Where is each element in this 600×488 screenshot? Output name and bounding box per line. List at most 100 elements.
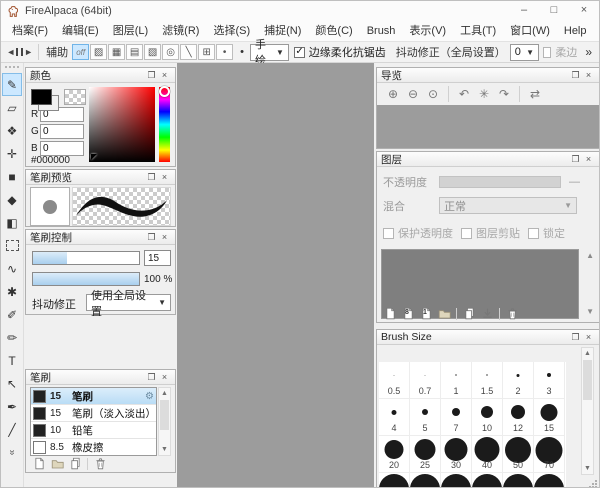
text-tool[interactable]: T xyxy=(2,349,22,372)
resize-grip[interactable] xyxy=(589,480,597,488)
close-panel-icon[interactable]: × xyxy=(158,371,171,384)
brush-list-item[interactable]: 15笔刷（淡入淡出） xyxy=(31,405,156,422)
brush-size-cell[interactable]: 40 xyxy=(472,436,503,473)
assist-curve-button[interactable]: ╲ xyxy=(180,44,197,60)
toolbar-overflow-button[interactable]: » xyxy=(585,45,599,59)
float-panel-icon[interactable]: ❐ xyxy=(569,69,582,82)
canvas-area[interactable] xyxy=(177,63,374,488)
rotate-right-button[interactable]: ↷ xyxy=(494,85,514,103)
flip-horizontal-button[interactable]: ⇄ xyxy=(525,85,545,103)
brush-size-cell[interactable] xyxy=(441,473,472,488)
assist-perspective-button[interactable]: ⊞ xyxy=(198,44,215,60)
brush-size-cell[interactable] xyxy=(472,473,503,488)
menu-item-0[interactable]: 档案(F) xyxy=(5,21,55,41)
clipping-checkbox[interactable] xyxy=(461,228,472,239)
brush-size-cell[interactable]: 10 xyxy=(472,399,503,436)
float-panel-icon[interactable]: ❐ xyxy=(145,171,158,184)
float-panel-icon[interactable]: ❐ xyxy=(145,231,158,244)
duplicate-brush-button[interactable] xyxy=(66,456,84,471)
prev-button[interactable]: ◄ xyxy=(6,44,20,61)
brush-size-cell[interactable]: 0.7 xyxy=(410,362,441,399)
close-panel-icon[interactable]: × xyxy=(158,231,171,244)
brush-size-cell[interactable]: 25 xyxy=(410,436,441,473)
brush-size-cell[interactable] xyxy=(534,473,565,488)
brush-size-cell[interactable]: 3 xyxy=(534,362,565,399)
brush-size-cell[interactable]: 70 xyxy=(534,436,565,473)
float-panel-icon[interactable]: ❐ xyxy=(145,371,158,384)
brush-size-cell[interactable]: 1.5 xyxy=(472,362,503,399)
scroll-down-icon[interactable]: ▼ xyxy=(159,444,170,455)
brush-folder-button[interactable] xyxy=(48,456,66,471)
brush-list-item[interactable]: 15笔刷⚙ xyxy=(31,388,156,405)
scroll-up-icon[interactable]: ▲ xyxy=(159,388,170,399)
menu-item-1[interactable]: 编辑(E) xyxy=(55,21,106,41)
scrollbar-thumb[interactable] xyxy=(583,360,592,400)
eraser-tool[interactable]: ▱ xyxy=(2,96,22,119)
duplicate-layer-button[interactable] xyxy=(460,306,478,321)
rotate-left-button[interactable]: ↶ xyxy=(454,85,474,103)
maximize-button[interactable]: □ xyxy=(539,1,569,21)
select-eraser-tool[interactable]: ✏ xyxy=(2,326,22,349)
shape-brush-tool[interactable]: ■ xyxy=(2,165,22,188)
gear-icon[interactable]: ⚙ xyxy=(145,391,154,402)
brush-size-cell[interactable]: 4 xyxy=(379,399,410,436)
menu-item-2[interactable]: 图层(L) xyxy=(106,21,155,41)
hue-bar[interactable] xyxy=(159,87,170,162)
float-panel-icon[interactable]: ❐ xyxy=(145,69,158,82)
assist-concentric-button[interactable]: ◎ xyxy=(162,44,179,60)
new-layer-button[interactable] xyxy=(381,306,399,321)
operation-tool[interactable]: ↖ xyxy=(2,372,22,395)
brush-size-cell[interactable]: 5 xyxy=(410,399,441,436)
pen2-tool[interactable]: ✒ xyxy=(2,395,22,418)
select-pen-tool[interactable]: ✐ xyxy=(2,303,22,326)
gradient-tool[interactable]: ◧ xyxy=(2,211,22,234)
brush-size-cell[interactable]: 20 xyxy=(379,436,410,473)
brush-size-value[interactable]: 15 xyxy=(144,250,171,266)
toolbar-drag-handle[interactable] xyxy=(5,66,19,71)
stabilizer-mode-select[interactable]: 使用全局设置▼ xyxy=(86,294,171,311)
brush-size-slider[interactable] xyxy=(32,251,140,265)
new-1bit-layer-button[interactable]: 1 xyxy=(417,306,435,321)
brush-size-cell[interactable]: 50 xyxy=(503,436,534,473)
close-panel-icon[interactable]: × xyxy=(582,153,595,166)
zoom-in-button[interactable]: ⊕ xyxy=(383,85,403,103)
menu-item-11[interactable]: Help xyxy=(557,21,594,41)
brush-size-cell[interactable]: 12 xyxy=(503,399,534,436)
merge-down-layer-button[interactable] xyxy=(478,306,496,321)
more-tools[interactable]: » xyxy=(1,443,24,463)
menu-item-8[interactable]: 表示(V) xyxy=(402,21,453,41)
navigator-preview[interactable] xyxy=(377,105,599,148)
brush-size-cell[interactable]: 2 xyxy=(503,362,534,399)
bucket-tool[interactable]: ◆ xyxy=(2,188,22,211)
select-rect-tool[interactable] xyxy=(2,234,22,257)
lasso-tool[interactable]: ∿ xyxy=(2,257,22,280)
rotate-reset-button[interactable]: ✳ xyxy=(474,85,494,103)
scroll-up-icon[interactable]: ▲ xyxy=(582,348,593,359)
lock-checkbox[interactable] xyxy=(528,228,539,239)
new-8bit-layer-button[interactable]: 8 xyxy=(399,306,417,321)
close-panel-icon[interactable]: × xyxy=(582,69,595,82)
antialias-checkbox[interactable]: ✓ xyxy=(294,47,304,58)
menu-item-4[interactable]: 选择(S) xyxy=(206,21,257,41)
soft-edge-checkbox[interactable] xyxy=(543,47,551,58)
scrollbar-thumb[interactable] xyxy=(160,400,169,430)
b-input[interactable] xyxy=(40,141,84,156)
delete-layer-button[interactable] xyxy=(503,306,521,321)
next-button[interactable]: ► xyxy=(20,44,34,61)
saturation-value-picker[interactable] xyxy=(89,87,155,162)
brush-opacity-slider[interactable] xyxy=(32,272,140,286)
brush-size-cell[interactable] xyxy=(503,473,534,488)
close-panel-icon[interactable]: × xyxy=(582,331,595,344)
layer-opacity-slider[interactable] xyxy=(439,176,561,188)
assist-dot-button[interactable]: • xyxy=(216,44,233,60)
brush-size-cell[interactable]: 15 xyxy=(534,399,565,436)
brush-size-cell[interactable] xyxy=(410,473,441,488)
transparent-color-swatch[interactable] xyxy=(64,89,86,105)
brush-list-item[interactable]: 8.5橡皮擦 xyxy=(31,439,156,456)
close-panel-icon[interactable]: × xyxy=(158,69,171,82)
brush-size-cell[interactable]: 1 xyxy=(441,362,472,399)
close-button[interactable]: × xyxy=(569,1,599,21)
brush-size-scrollbar[interactable]: ▲ ▼ xyxy=(581,347,594,475)
menu-item-7[interactable]: Brush xyxy=(360,21,403,41)
g-input[interactable] xyxy=(40,124,84,139)
